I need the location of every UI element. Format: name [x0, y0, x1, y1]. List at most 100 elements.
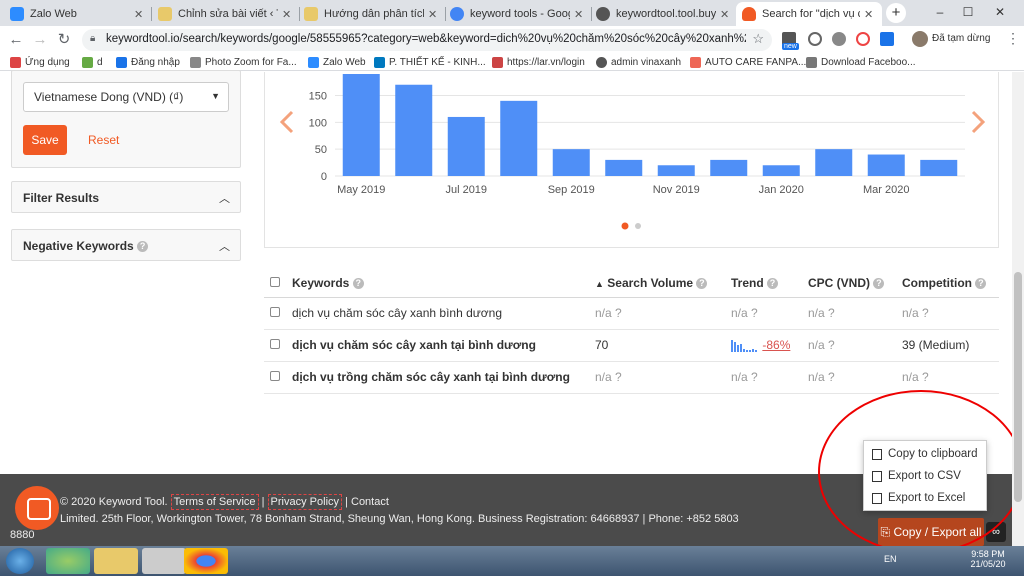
x-tick-label: Jan 2020 [759, 184, 804, 196]
col-cpc[interactable]: CPC (VND) [808, 276, 870, 290]
gear-icon[interactable] [808, 32, 822, 46]
table-header-row: Keywords ? ▲ Search Volume ? Trend ? CPC… [264, 269, 999, 298]
help-icon[interactable]: ? [767, 278, 779, 290]
tab-google[interactable]: keyword tools - Google✕ [444, 2, 592, 26]
contact-link[interactable]: Contact [351, 496, 389, 508]
bookmark-lar[interactable]: https://lar.vn/login [492, 55, 585, 70]
row-checkbox[interactable] [270, 371, 280, 381]
avatar[interactable] [912, 31, 928, 47]
trend-cell[interactable]: -86% [731, 329, 808, 362]
extension-icon[interactable] [832, 32, 846, 46]
chart-bar [867, 154, 905, 176]
chevron-left-icon[interactable] [279, 110, 294, 134]
bookmark-admin[interactable]: admin vinaxanh [596, 55, 681, 70]
y-tick-label: 100 [309, 117, 327, 129]
scrollbar-thumb[interactable] [1014, 272, 1022, 502]
new-tab-button[interactable]: + [886, 3, 906, 23]
filter-results-title: Filter Results [23, 191, 100, 205]
menu-icon[interactable]: ⋮ [1006, 30, 1020, 47]
cpc-cell: n/a ? [808, 361, 902, 394]
help-icon[interactable]: ? [873, 278, 885, 290]
save-button[interactable]: Save [23, 125, 67, 155]
bookmark-thietke[interactable]: P. THIẾT KẾ - KINH... [374, 55, 486, 70]
chart-bar [710, 159, 748, 176]
chevron-right-icon[interactable] [971, 110, 986, 134]
extension-icon[interactable] [856, 32, 870, 46]
bookmark-apps[interactable]: Ứng dụng [10, 55, 70, 70]
filter-results-panel[interactable]: Filter Results ︿ [11, 181, 241, 213]
forward-button[interactable]: → [30, 30, 50, 50]
close-icon[interactable]: ✕ [720, 8, 732, 21]
chevron-up-icon[interactable]: ︿ [219, 190, 230, 206]
language-indicator[interactable]: EN [884, 554, 897, 564]
keyword-cell[interactable]: dịch vụ chăm sóc cây xanh tại bình dương [292, 329, 595, 362]
tab-buyseo[interactable]: keywordtool.tool.buyseo✕ [590, 2, 738, 26]
y-tick-label: 150 [309, 90, 327, 102]
tab-search-active[interactable]: Search for "dịch vụ chăm✕ [736, 2, 882, 26]
carousel-dot[interactable] [635, 223, 641, 229]
bookmark-login[interactable]: Đăng nhập [116, 55, 180, 70]
keyword-cell[interactable]: dịch vụ chăm sóc cây xanh bình dương [292, 297, 595, 330]
url-omnibox[interactable]: 🔒︎ keywordtool.io/search/keywords/google… [82, 29, 772, 51]
star-icon[interactable]: ☆ [752, 31, 764, 47]
carousel-dot-active[interactable] [621, 222, 629, 230]
folder-icon[interactable] [94, 548, 138, 574]
reset-link[interactable]: Reset [88, 133, 119, 147]
start-button[interactable] [6, 548, 34, 574]
help-icon[interactable]: ? [696, 278, 708, 290]
taskbar-app-icon[interactable] [142, 548, 186, 574]
extension-icon[interactable] [880, 32, 894, 46]
tab-edit-post[interactable]: Chỉnh sửa bài viết ‹ Thiết✕ [152, 2, 300, 26]
table-row: dịch vụ chăm sóc cây xanh tại bình dương… [264, 329, 999, 362]
page-scrollbar[interactable] [1012, 72, 1024, 546]
chart-bar [342, 74, 380, 176]
col-search-volume[interactable]: Search Volume [607, 276, 693, 290]
help-icon[interactable]: ? [137, 241, 149, 253]
help-icon[interactable]: ? [975, 278, 987, 290]
bookmark-d[interactable]: d [82, 55, 103, 70]
taskbar-app-icon[interactable] [46, 548, 90, 574]
keyword-cell[interactable]: dịch vụ trồng chăm sóc cây xanh tại bình… [292, 361, 595, 394]
bookmark-autocare[interactable]: AUTO CARE FANPA... [690, 55, 806, 70]
terms-link[interactable]: Terms of Service [170, 494, 259, 510]
chart-bar [500, 100, 538, 176]
currency-select[interactable]: Vietnamese Dong (VND) (₫) ▼ [23, 82, 229, 112]
profile-status[interactable]: Đã tạm dừng [932, 33, 990, 44]
close-icon[interactable]: ✕ [134, 8, 146, 21]
negative-keywords-title: Negative Keywords [23, 239, 134, 253]
col-competition[interactable]: Competition [902, 276, 972, 290]
bookmark-zalo[interactable]: Zalo Web [308, 55, 366, 70]
chat-button[interactable] [15, 486, 59, 530]
row-checkbox[interactable] [270, 339, 280, 349]
minimize-button[interactable]: – [930, 0, 950, 24]
reload-button[interactable]: ↻ [54, 30, 74, 50]
close-icon[interactable]: ✕ [428, 8, 440, 21]
chrome-icon[interactable] [184, 548, 228, 574]
bookmark-photozoom[interactable]: Photo Zoom for Fa... [190, 55, 297, 70]
help-icon[interactable]: ? [352, 278, 364, 290]
clock[interactable]: 9:58 PM 21/05/20 [968, 549, 1008, 569]
privacy-link[interactable]: Privacy Policy [267, 494, 343, 510]
col-keywords[interactable]: Keywords [292, 276, 349, 290]
maximize-button[interactable]: ☐ [958, 0, 978, 24]
close-icon[interactable]: ✕ [864, 8, 876, 21]
globe-icon [596, 57, 607, 68]
close-icon[interactable]: ✕ [282, 8, 294, 21]
trend-percent[interactable]: -86% [762, 338, 790, 352]
tab-zalo-web[interactable]: Zalo Web ✕ [4, 2, 152, 26]
back-button[interactable]: ← [6, 30, 26, 50]
chart-bar [447, 116, 485, 176]
site-icon [158, 7, 172, 21]
sort-asc-icon[interactable]: ▲ [595, 279, 604, 289]
bookmark-download-fb[interactable]: Download Faceboo... [806, 55, 916, 70]
chevron-up-icon[interactable]: ︿ [219, 238, 230, 254]
company-address: Limited. 25th Floor, Workington Tower, 7… [60, 513, 739, 525]
negative-keywords-panel[interactable]: Negative Keywords ? ︿ [11, 229, 241, 261]
close-window-button[interactable]: ✕ [990, 0, 1010, 24]
row-checkbox[interactable] [270, 307, 280, 317]
chart-bar [815, 149, 853, 176]
tab-guide[interactable]: Hướng dẫn phân tích từ✕ [298, 2, 446, 26]
select-all-checkbox[interactable] [270, 276, 280, 287]
close-icon[interactable]: ✕ [574, 8, 586, 21]
col-trend[interactable]: Trend [731, 276, 764, 290]
